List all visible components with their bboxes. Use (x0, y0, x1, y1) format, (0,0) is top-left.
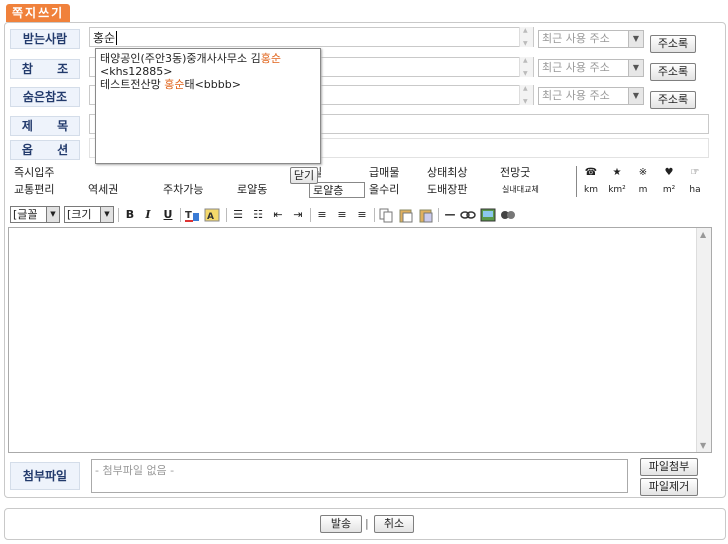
chevron-down-icon: ▼ (46, 207, 59, 222)
unit-km2[interactable]: km² (606, 182, 628, 198)
bcc-address-book-button[interactable]: 주소록 (650, 91, 696, 109)
message-body-editor[interactable]: ▲ ▼ (8, 227, 712, 453)
option-keyword[interactable]: 로얄층 (309, 182, 365, 198)
phone-icon[interactable]: ☎ (580, 165, 602, 181)
option-keyword[interactable]: 역세권 (88, 182, 118, 198)
bold-button[interactable]: B (122, 207, 138, 223)
recipient-input[interactable]: 홍순 (89, 27, 534, 47)
unit-m2[interactable]: m² (658, 182, 680, 198)
align-right-icon[interactable]: ≡ (354, 207, 370, 223)
toolbar-separator (118, 208, 119, 222)
background-color-icon[interactable]: A (204, 207, 220, 223)
option-keyword[interactable]: 상태최상 (427, 165, 467, 181)
attachment-list[interactable]: - 첨부파일 없음 - (91, 459, 628, 493)
options-label: 옵 션 (10, 140, 80, 160)
toolbar-separator (226, 208, 227, 222)
chevron-down-icon: ▼ (100, 207, 113, 222)
media-icon[interactable] (500, 207, 516, 223)
option-keyword[interactable]: 즉시입주 (14, 165, 54, 181)
autocomplete-item[interactable]: 태양공인(주안3동)중개사사무소 김홍순 <khs12885> (100, 52, 316, 78)
outdent-icon[interactable]: ⇤ (270, 207, 286, 223)
page-title: 쪽지쓰기 (6, 4, 71, 22)
unit-ha[interactable]: ha (684, 182, 706, 198)
cc-scrollbar[interactable] (519, 57, 533, 77)
link-icon[interactable] (460, 207, 476, 223)
symbol-divider (576, 166, 577, 197)
italic-button[interactable]: I (140, 207, 156, 223)
unit-m[interactable]: m (632, 182, 654, 198)
svg-text:A: A (207, 212, 214, 222)
font-size-select[interactable]: [크기 ▼ (64, 206, 114, 223)
numbered-list-icon[interactable]: ☷ (250, 207, 266, 223)
indent-icon[interactable]: ⇥ (290, 207, 306, 223)
svg-text:T: T (185, 210, 192, 221)
cc-label: 참 조 (10, 59, 80, 79)
send-button[interactable]: 발송 (320, 515, 362, 533)
bullet-list-icon[interactable]: ☰ (230, 207, 246, 223)
recipient-scrollbar[interactable] (519, 27, 533, 47)
editor-scrollbar[interactable]: ▲ ▼ (696, 228, 711, 452)
text-color-icon[interactable]: T (184, 207, 200, 223)
toolbar-separator (374, 208, 375, 222)
bcc-scrollbar[interactable] (519, 85, 533, 105)
option-keyword[interactable]: 올수리 (369, 182, 399, 198)
unit-km[interactable]: km (580, 182, 602, 198)
chevron-down-icon: ▼ (628, 60, 643, 76)
image-icon[interactable] (480, 207, 496, 223)
align-left-icon[interactable]: ≡ (314, 207, 330, 223)
align-center-icon[interactable]: ≡ (334, 207, 350, 223)
recent-select-text: 최근 사용 주소 (542, 32, 610, 45)
action-separator: | (365, 517, 369, 530)
chevron-down-icon: ▼ (628, 31, 643, 47)
bcc-recent-select[interactable]: 최근 사용 주소 ▼ (538, 87, 644, 105)
cc-address-book-button[interactable]: 주소록 (650, 63, 696, 81)
font-family-select[interactable]: [글꼴 ▼ (10, 206, 60, 223)
option-keyword[interactable]: 교통편리 (14, 182, 54, 198)
cc-recent-select[interactable]: 최근 사용 주소 ▼ (538, 59, 644, 77)
toolbar-separator (310, 208, 311, 222)
star-icon[interactable]: ★ (606, 165, 628, 181)
heart-icon[interactable]: ♥ (658, 165, 680, 181)
editor-toolbar: [글꼴 ▼ [크기 ▼ B I U T A ☰ ☷ ⇤ ⇥ ≡ ≡ ≡ — (8, 204, 716, 226)
reference-mark-icon[interactable]: ※ (632, 165, 654, 181)
option-keyword[interactable]: 전망굿 (500, 165, 530, 181)
recipient-address-book-button[interactable]: 주소록 (650, 35, 696, 53)
option-keyword[interactable]: 로얄동 (237, 182, 267, 198)
cancel-button[interactable]: 취소 (374, 515, 414, 533)
message-compose-page: 쪽지쓰기 받는사람 홍순 최근 사용 주소 ▼ 주소록 참 조 최근 사용 주소… (0, 0, 728, 544)
toolbar-separator (180, 208, 181, 222)
quick-options-area: 즉시입주 실 급매물 상태최상 전망굿 교통편리 역세권 주차가능 로얄동 로얄… (8, 165, 716, 199)
bcc-label: 숨은참조 (10, 87, 80, 107)
scroll-down-icon[interactable]: ▼ (700, 441, 706, 450)
attachment-label: 첨부파일 (10, 462, 80, 490)
horizontal-rule-icon[interactable]: — (442, 207, 458, 223)
autocomplete-close-button[interactable]: 닫기 (290, 167, 318, 184)
recent-select-text: 최근 사용 주소 (542, 61, 610, 74)
subject-label: 제 목 (10, 116, 80, 136)
remove-file-button[interactable]: 파일제거 (640, 478, 698, 496)
recipient-recent-select[interactable]: 최근 사용 주소 ▼ (538, 30, 644, 48)
attachment-placeholder: - 첨부파일 없음 - (95, 464, 175, 477)
toolbar-separator (438, 208, 439, 222)
autocomplete-item[interactable]: 테스트전산망 홍순태<bbbb> (100, 78, 316, 91)
attach-file-button[interactable]: 파일첨부 (640, 458, 698, 476)
paste-text-icon[interactable] (418, 207, 434, 223)
copy-icon[interactable] (378, 207, 394, 223)
paste-icon[interactable] (398, 207, 414, 223)
option-keyword[interactable]: 급매물 (369, 165, 399, 181)
recipient-autocomplete-dropdown: 태양공인(주안3동)중개사사무소 김홍순 <khs12885> 테스트전산망 홍… (95, 48, 321, 164)
chevron-down-icon: ▼ (628, 88, 643, 104)
underline-button[interactable]: U (160, 207, 176, 223)
option-keyword[interactable]: 주차가능 (163, 182, 203, 198)
option-keyword[interactable]: 실내대교체 (502, 182, 539, 198)
recent-select-text: 최근 사용 주소 (542, 89, 610, 102)
recipient-input-value: 홍순 (93, 31, 116, 45)
option-keyword[interactable]: 도배장판 (427, 182, 467, 198)
scroll-up-icon[interactable]: ▲ (700, 230, 706, 239)
pointing-hand-icon[interactable]: ☞ (684, 165, 706, 181)
recipient-label: 받는사람 (10, 29, 80, 49)
